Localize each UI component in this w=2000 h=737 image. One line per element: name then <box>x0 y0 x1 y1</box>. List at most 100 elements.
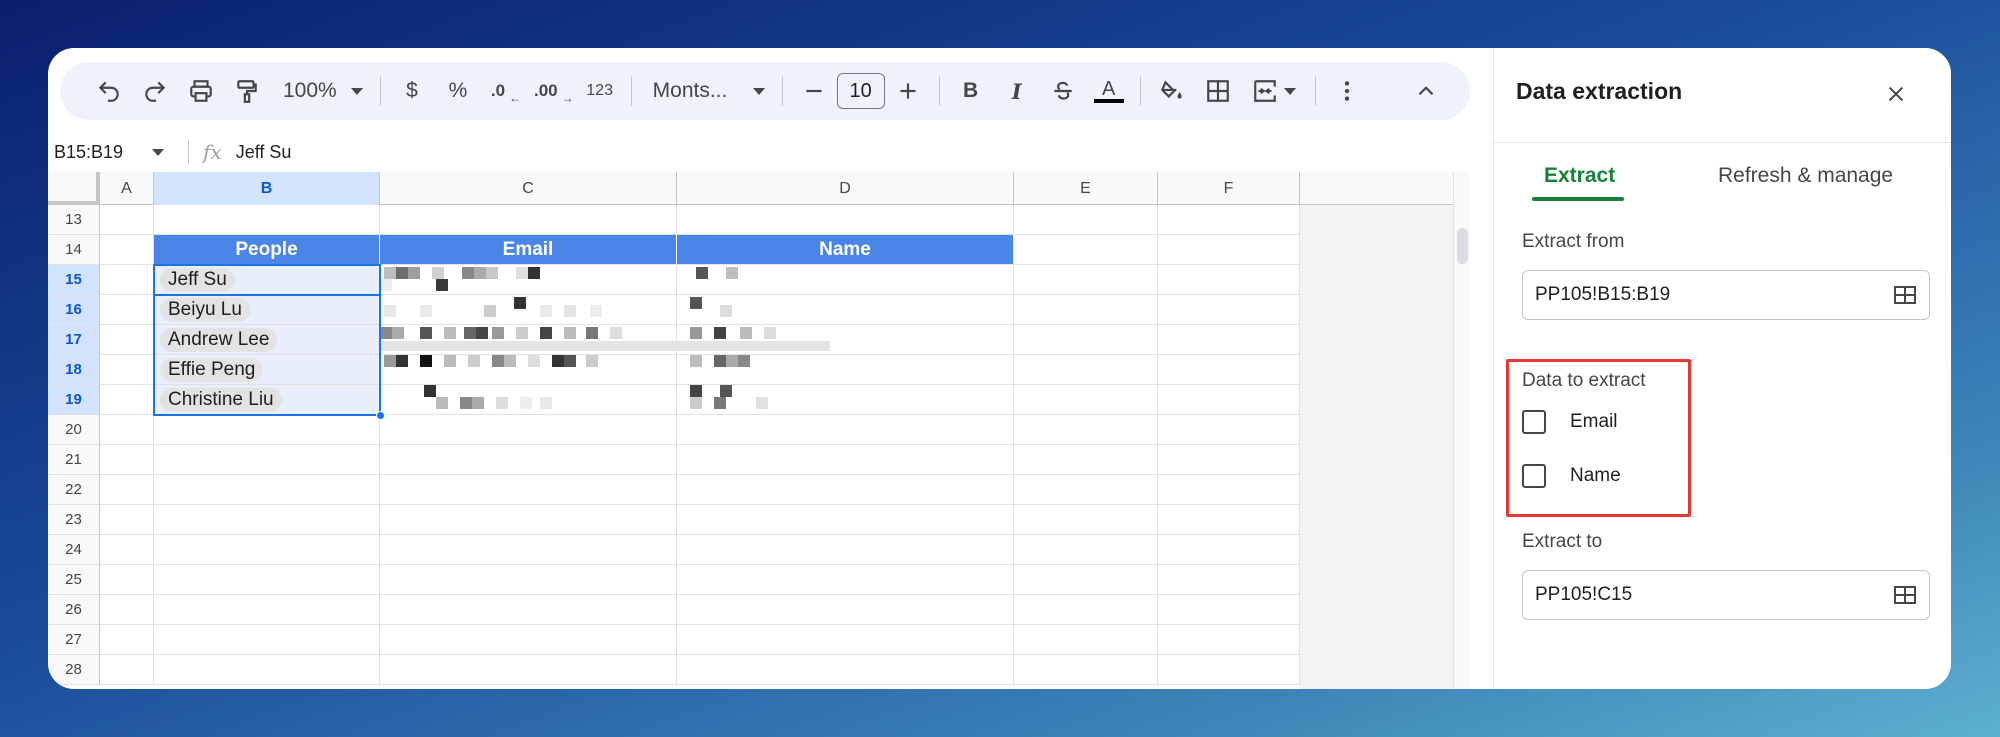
row-header[interactable]: 14 <box>48 235 100 265</box>
row-header[interactable]: 17 <box>48 325 100 355</box>
fill-handle[interactable] <box>376 411 385 420</box>
fill-color-button[interactable] <box>1152 71 1192 111</box>
cell[interactable] <box>154 475 380 505</box>
increase-decimal-button[interactable]: .00 → <box>530 71 574 111</box>
cell[interactable] <box>100 325 154 355</box>
cell[interactable] <box>100 295 154 325</box>
people-cell[interactable]: Beiyu Lu <box>154 295 380 325</box>
cell[interactable] <box>380 475 677 505</box>
cell[interactable] <box>380 415 677 445</box>
borders-button[interactable] <box>1198 71 1238 111</box>
cell[interactable] <box>1158 505 1300 535</box>
cell[interactable] <box>154 595 380 625</box>
row-header[interactable]: 23 <box>48 505 100 535</box>
cell[interactable] <box>100 565 154 595</box>
cell[interactable] <box>1014 505 1158 535</box>
currency-format-button[interactable]: $ <box>392 71 432 111</box>
cell[interactable] <box>1158 205 1300 235</box>
cell[interactable] <box>677 445 1014 475</box>
column-header-c[interactable]: C <box>380 172 677 205</box>
cell[interactable] <box>1014 325 1158 355</box>
cell[interactable] <box>1158 625 1300 655</box>
cell[interactable] <box>100 505 154 535</box>
cell[interactable] <box>1014 355 1158 385</box>
cell[interactable] <box>1014 625 1158 655</box>
row-header[interactable]: 28 <box>48 655 100 685</box>
email-checkbox[interactable] <box>1522 410 1546 434</box>
cell[interactable] <box>380 445 677 475</box>
cell[interactable] <box>380 505 677 535</box>
select-all-corner[interactable] <box>48 172 100 205</box>
paint-format-button[interactable] <box>227 71 267 111</box>
header-cell-name[interactable]: Name <box>677 235 1014 265</box>
cell[interactable] <box>100 355 154 385</box>
cell[interactable] <box>154 625 380 655</box>
cell[interactable] <box>154 415 380 445</box>
close-button[interactable] <box>1880 78 1912 110</box>
cell[interactable] <box>100 385 154 415</box>
cell[interactable] <box>100 205 154 235</box>
cell[interactable] <box>154 655 380 685</box>
formula-input[interactable]: Jeff Su <box>236 142 292 163</box>
cell[interactable] <box>1014 445 1158 475</box>
cell[interactable] <box>1014 475 1158 505</box>
header-cell-email[interactable]: Email <box>380 235 677 265</box>
font-size-decrease-button[interactable] <box>794 71 834 111</box>
cell[interactable] <box>1014 205 1158 235</box>
cell[interactable] <box>1158 325 1300 355</box>
cell[interactable] <box>100 655 154 685</box>
cell[interactable] <box>100 265 154 295</box>
collapse-toolbar-button[interactable] <box>1406 71 1446 111</box>
cell[interactable] <box>1014 535 1158 565</box>
cell[interactable] <box>1158 385 1300 415</box>
row-header[interactable]: 27 <box>48 625 100 655</box>
cell[interactable] <box>380 535 677 565</box>
cell[interactable] <box>1158 295 1300 325</box>
cell[interactable] <box>1158 535 1300 565</box>
cell[interactable] <box>100 595 154 625</box>
merge-cells-button[interactable] <box>1244 71 1304 111</box>
cell[interactable] <box>1158 265 1300 295</box>
row-header[interactable]: 16 <box>48 295 100 325</box>
cell[interactable] <box>1158 415 1300 445</box>
cell[interactable] <box>1014 565 1158 595</box>
extract-to-input[interactable]: PP105!C15 <box>1522 570 1930 620</box>
zoom-select[interactable]: 100% <box>273 71 369 111</box>
option-name[interactable]: Name <box>1522 464 1621 488</box>
cell[interactable] <box>677 565 1014 595</box>
undo-button[interactable] <box>89 71 129 111</box>
cell[interactable] <box>1014 595 1158 625</box>
cell[interactable] <box>677 205 1014 235</box>
font-size-input[interactable]: 10 <box>836 73 885 109</box>
name-checkbox[interactable] <box>1522 464 1546 488</box>
header-cell-people[interactable]: People <box>154 235 380 265</box>
select-range-icon[interactable] <box>1893 283 1917 307</box>
cell[interactable] <box>380 565 677 595</box>
extract-from-input[interactable]: PP105!B15:B19 <box>1522 270 1930 320</box>
person-chip[interactable]: Effie Peng <box>160 357 264 382</box>
cell[interactable] <box>1158 655 1300 685</box>
text-color-button[interactable]: A <box>1089 71 1129 111</box>
cell[interactable] <box>677 535 1014 565</box>
scrollbar-thumb[interactable] <box>1457 228 1468 264</box>
row-header[interactable]: 19 <box>48 385 100 415</box>
person-chip[interactable]: Beiyu Lu <box>160 297 250 322</box>
cell[interactable] <box>1014 415 1158 445</box>
number-format-button[interactable]: 123 <box>580 71 620 111</box>
italic-button[interactable]: I <box>997 71 1037 111</box>
column-header-f[interactable]: F <box>1158 172 1300 205</box>
cell[interactable] <box>677 625 1014 655</box>
select-range-icon[interactable] <box>1893 583 1917 607</box>
cell[interactable] <box>380 595 677 625</box>
row-header[interactable]: 13 <box>48 205 100 235</box>
cell[interactable] <box>677 595 1014 625</box>
percent-format-button[interactable]: % <box>438 71 478 111</box>
cell[interactable] <box>1158 235 1300 265</box>
column-header-a[interactable]: A <box>100 172 154 205</box>
name-box[interactable]: B15:B19 <box>48 142 178 163</box>
cell[interactable] <box>100 625 154 655</box>
tab-refresh-manage[interactable]: Refresh & manage <box>1718 164 1893 188</box>
cell[interactable] <box>1158 355 1300 385</box>
cell[interactable] <box>1014 655 1158 685</box>
cell[interactable] <box>154 205 380 235</box>
